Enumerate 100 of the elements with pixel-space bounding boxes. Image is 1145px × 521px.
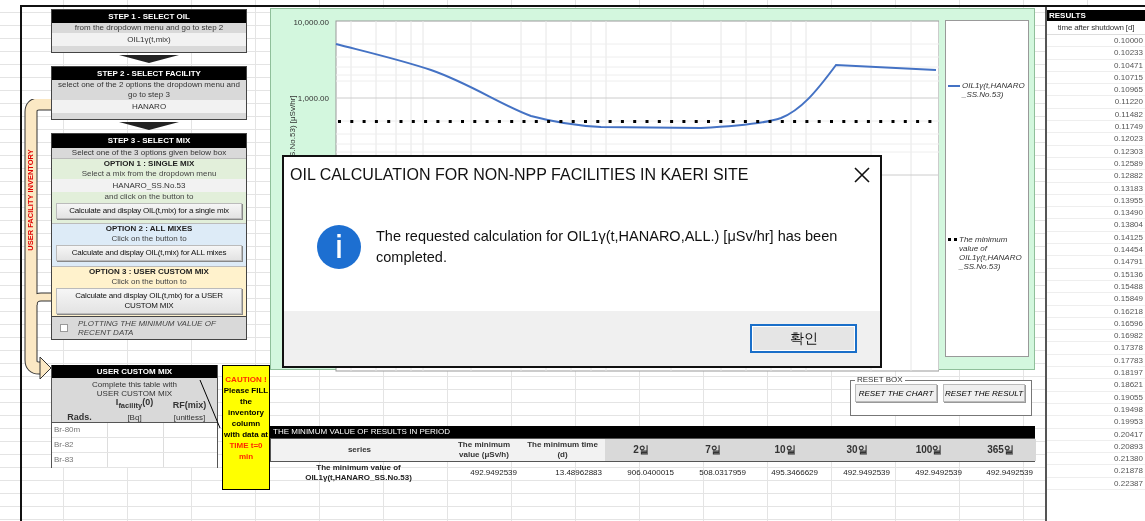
table-cell: 0.11220 <box>1114 97 1143 107</box>
reset-button[interactable]: RESET THE CHART <box>855 384 937 402</box>
table-cell: 0.21380 <box>1114 454 1143 464</box>
column-header: series <box>346 444 373 456</box>
checkbox-label: PLOTTING THE MINIMUM VALUE OF RECENT DATA <box>78 319 217 337</box>
column-header: 30일 <box>821 439 893 461</box>
column-header: The minimum time (d) <box>526 439 599 461</box>
table-cell-text: Br-80m <box>53 424 82 436</box>
mix-dropdown[interactable]: HANARO_SS.No.53 <box>52 179 246 192</box>
dialog-title: OIL CALCULATION FOR NON-NPP FACILITIES IN KAERI SITE <box>290 166 749 184</box>
table-cell: 0.20417 <box>1114 429 1143 439</box>
line-swatch-icon <box>948 84 960 88</box>
table-cell-text: 495.3466629 <box>770 467 819 479</box>
table-cell: 0.10000 <box>1114 36 1143 45</box>
column-header: 100일 <box>893 439 965 461</box>
dot-swatch-icon <box>948 238 957 241</box>
table-cell: 0.12303 <box>1114 146 1143 156</box>
column-header: Rads. <box>67 412 92 422</box>
step-title: STEP 1 - SELECT OIL <box>52 10 246 23</box>
y-axis-title: S.No.53) [μSv/hr] <box>288 95 297 157</box>
option-title: OPTION 3 : USER CUSTOM MIX <box>89 267 209 277</box>
caution-text: TIME t=0 min <box>228 440 264 462</box>
table-cell: 0.13804 <box>1114 220 1143 230</box>
down-chevron-icon <box>119 122 179 130</box>
step-title: STEP 3 - SELECT MIX <box>52 134 246 148</box>
down-chevron-icon <box>119 55 179 63</box>
table-cell: 0.19498 <box>1114 404 1143 414</box>
table-cell-text: Br-83 <box>53 454 75 466</box>
table-cell-text: 492.9492539 <box>842 467 891 479</box>
y-axis-label: 10,000.00 <box>293 20 329 27</box>
calculate-button[interactable]: Calculate and display OIL(t,mix) for a single mix <box>56 203 242 219</box>
step-title: STEP 2 - SELECT FACILITY <box>52 67 246 80</box>
table-cell-text: Br-82 <box>53 439 75 451</box>
table-cell: 0.12589 <box>1114 158 1143 168</box>
table-cell-text: 492.9492539 <box>914 467 963 479</box>
table-cell: 0.14125 <box>1114 232 1143 242</box>
table-cell: 0.10233 <box>1114 48 1143 58</box>
dialog-message: The requested calculation for OIL1γ(t,HANARO,ALL.) [μSv/hr] has been completed. <box>376 227 839 267</box>
table-cell: 0.16982 <box>1114 331 1143 341</box>
close-icon[interactable] <box>854 167 870 183</box>
table-cell: 0.16596 <box>1114 318 1143 328</box>
table-cell-text: 508.0317959 <box>698 467 747 479</box>
table-cell: 0.14454 <box>1114 245 1143 255</box>
reset-button[interactable]: RESET THE RESULT <box>943 384 1025 402</box>
table-title: THE MINIMUM VALUE OF RESULTS IN PERIOD <box>270 426 1035 438</box>
table-cell: 0.15849 <box>1114 294 1143 304</box>
table-cell: 0.10715 <box>1114 72 1143 82</box>
column-unit: [unitless] <box>173 412 206 422</box>
reset-box-title: RESET BOX <box>856 376 904 384</box>
option-hint: and click on the button to <box>104 192 194 202</box>
table-cell: 0.10965 <box>1114 85 1143 95</box>
calculate-button[interactable]: Calculate and display OIL(t,mix) for a USER CUSTOM MIX <box>56 288 242 314</box>
table-cell: 0.13183 <box>1114 183 1143 193</box>
table-cell: 0.11749 <box>1114 122 1143 132</box>
custom-mix-title: USER CUSTOM MIX <box>52 365 217 378</box>
caution-text: Please FILL the inventory column with data at <box>223 385 269 440</box>
column-header: The minimum value (μSv/h) <box>457 439 511 461</box>
table-cell: 0.13490 <box>1114 208 1143 218</box>
table-cell: 0.17378 <box>1114 343 1143 353</box>
option-title: OPTION 1 : SINGLE MIX <box>103 159 195 169</box>
column-header: I$_{facility}$(0) <box>115 398 154 410</box>
table-cell: 0.19055 <box>1114 392 1143 402</box>
calculate-button[interactable]: Calculate and display OIL(t,mix) for ALL mixes <box>56 245 242 261</box>
table-cell: 0.13955 <box>1114 195 1143 205</box>
column-header: 365일 <box>965 439 1036 461</box>
table-cell-text: The minimum value of OIL1γ(t,HANARO_SS.No.53) <box>304 462 413 484</box>
option-hint: Click on the button to <box>111 234 187 244</box>
legend-label: The minimum value of OIL1γ(t,HANARO_SS.No.53) <box>959 235 1023 271</box>
y-axis-label: 1,000.00 <box>297 94 329 103</box>
caution-text: CAUTION ! <box>224 374 268 385</box>
table-cell: 0.22387 <box>1114 478 1143 488</box>
table-cell: 0.17783 <box>1114 355 1143 365</box>
column-header: RF(mix) <box>172 400 207 410</box>
oil-dropdown[interactable]: OIL1γ(t,mix) <box>52 33 246 46</box>
table-cell: 0.12023 <box>1114 134 1143 144</box>
info-icon <box>316 224 362 270</box>
checkbox[interactable] <box>60 324 68 332</box>
option-hint: Click on the button to <box>111 277 187 287</box>
option-hint: Select a mix from the dropdown menu <box>81 169 217 179</box>
table-cell: 0.10471 <box>1114 60 1143 70</box>
custom-mix-note: Complete this table with USER CUSTOM MIX <box>91 379 178 398</box>
table-cell: 0.14791 <box>1114 257 1143 267</box>
table-cell: 0.20893 <box>1114 441 1143 451</box>
table-cell: 0.18621 <box>1114 380 1143 390</box>
table-cell-text: 492.9492539 <box>469 467 518 479</box>
table-cell-text: 492.9492539 <box>985 467 1034 479</box>
table-cell: 0.16218 <box>1114 306 1143 316</box>
table-cell: 0.12882 <box>1114 171 1143 181</box>
step-hint: Select one of the 3 options given below box <box>70 148 228 158</box>
step-hint: select one of the 2 options the dropdown menu and go to step 3 <box>57 80 241 100</box>
table-cell: 0.21878 <box>1114 466 1143 476</box>
table-cell: 0.15136 <box>1114 269 1143 279</box>
table-cell: 0.19953 <box>1114 417 1143 427</box>
table-cell-text: 906.0400015 <box>626 467 675 479</box>
results-title: RESULTS <box>1047 10 1145 21</box>
table-cell: 0.18197 <box>1114 368 1143 377</box>
column-unit: [Bq] <box>127 412 142 422</box>
ok-button[interactable]: 확인 <box>750 324 857 353</box>
legend-label: OIL1γ(t,HANARO_SS.No.53) <box>962 81 1026 99</box>
facility-dropdown[interactable]: HANARO <box>52 100 246 113</box>
